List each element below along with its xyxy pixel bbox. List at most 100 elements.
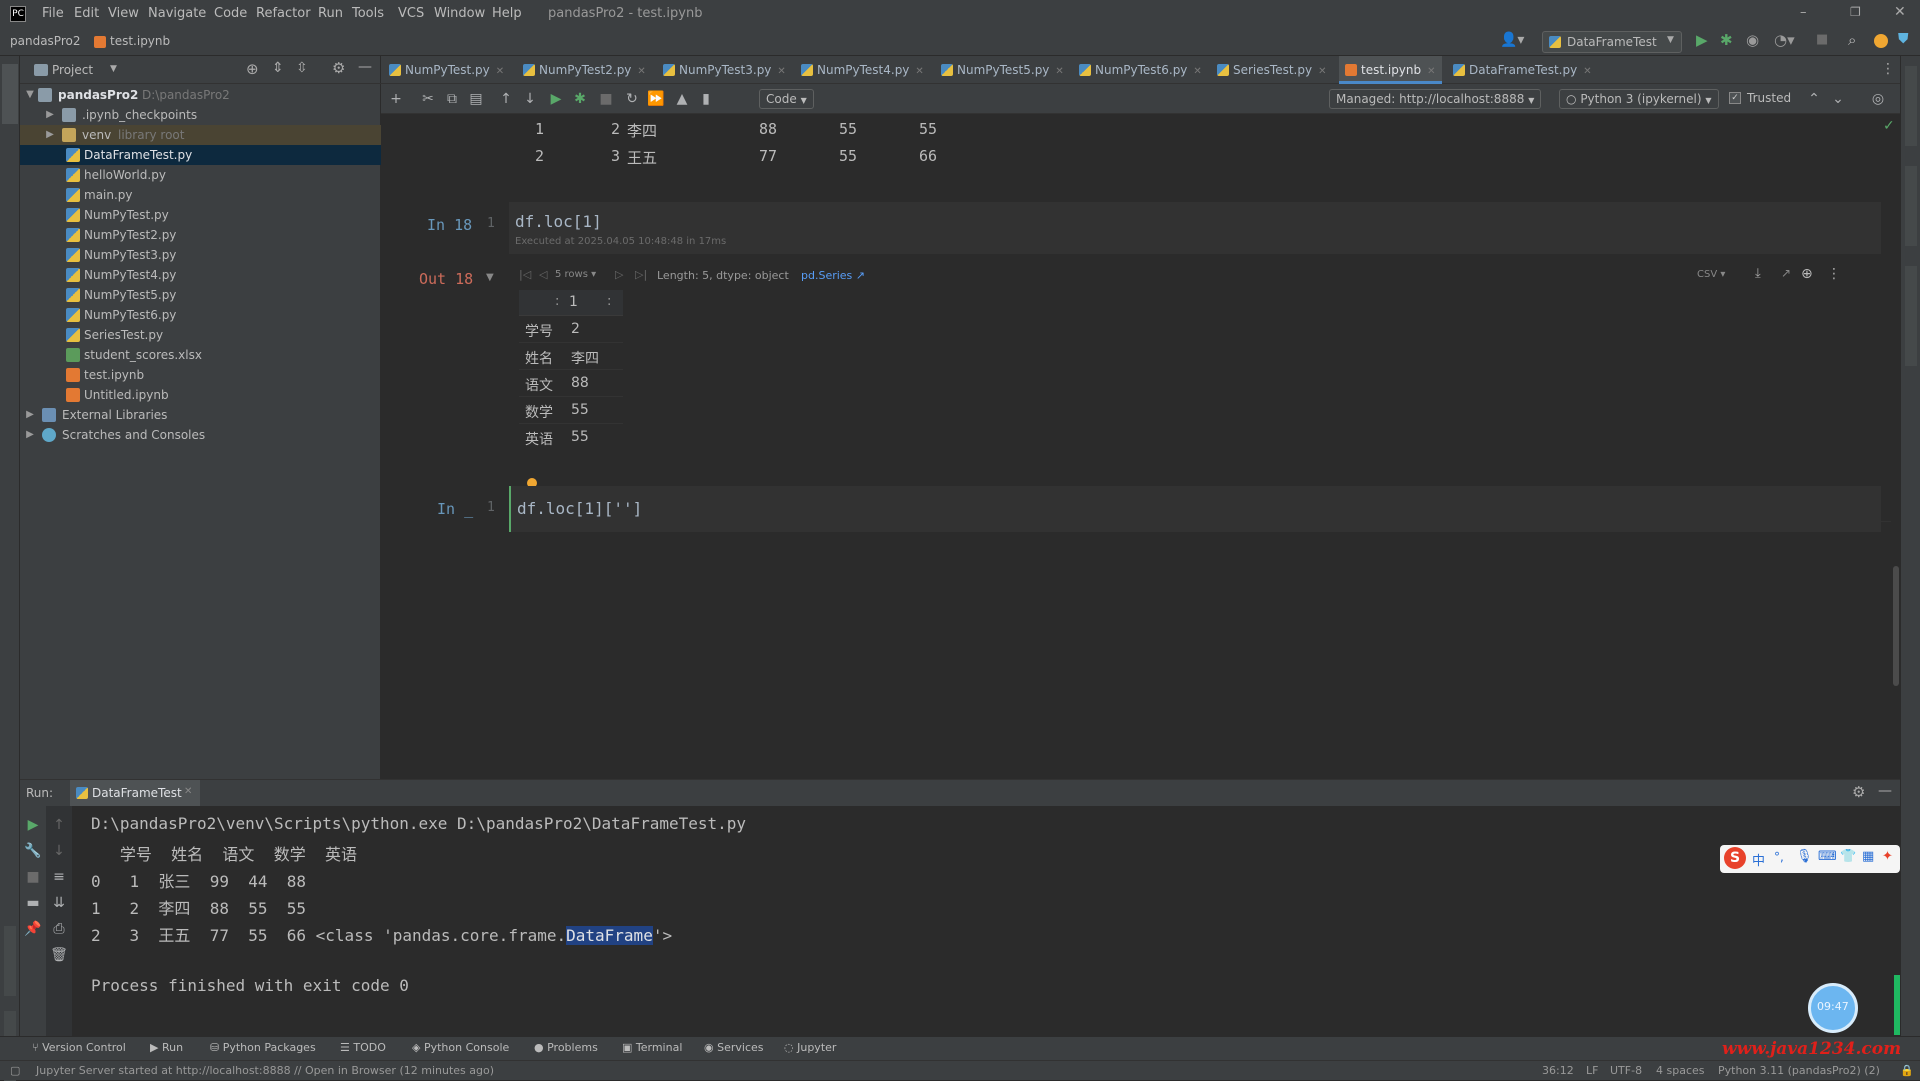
run-config-dropdown[interactable]: DataFrameTest ▼ <box>1542 31 1682 53</box>
menu-edit[interactable]: Edit <box>74 6 99 21</box>
up-icon[interactable]: ↑ <box>48 814 70 836</box>
hide-panel-icon[interactable]: — <box>1878 783 1892 799</box>
tree-item[interactable]: test.ipynb <box>20 365 381 385</box>
tab-problems[interactable]: ● Problems <box>534 1041 598 1054</box>
search-icon[interactable]: ⌕ <box>1848 31 1856 49</box>
keyboard-icon[interactable]: ⌨ <box>1818 849 1837 864</box>
tree-item-selected[interactable]: DataFrameTest.py <box>20 145 381 165</box>
tab-python-console[interactable]: ◈ Python Console <box>412 1041 509 1054</box>
debug-icon[interactable]: ✱ <box>1720 31 1733 49</box>
run-cell-icon[interactable]: ▶ <box>545 88 567 110</box>
gear-icon[interactable]: ⚙ <box>1852 783 1865 801</box>
tab-run[interactable]: ▶ Run <box>150 1041 183 1054</box>
tab-jupyter[interactable]: ◌ Jupyter <box>784 1041 836 1054</box>
gear-icon[interactable]: ⚙ <box>332 59 345 77</box>
menu-file[interactable]: File <box>42 6 64 21</box>
close-icon[interactable]: ✕ <box>1193 66 1201 77</box>
menu-vcs[interactable]: VCS <box>398 6 424 21</box>
run-all-icon[interactable]: ⏩ <box>645 88 667 110</box>
first-page-icon[interactable]: |◁ <box>519 268 531 281</box>
globe-icon[interactable]: ◎ <box>1867 88 1889 110</box>
menu-window[interactable]: Window <box>434 6 485 21</box>
tree-item[interactable]: student_scores.xlsx <box>20 345 381 365</box>
profile-icon[interactable]: ◔▾ <box>1774 31 1795 49</box>
menu-help[interactable]: Help <box>492 6 522 21</box>
tab-numpytest4[interactable]: NumPyTest4.py ✕ <box>801 56 924 84</box>
tree-item[interactable]: ▶ .ipynb_checkpoints <box>20 105 381 125</box>
next-page-icon[interactable]: ▷ <box>615 268 623 281</box>
down-icon[interactable]: ↓ <box>48 840 70 862</box>
close-icon[interactable]: ✕ <box>1055 66 1063 77</box>
grid-icon[interactable]: ▦ <box>1862 849 1874 864</box>
close-icon[interactable]: ✕ <box>637 66 645 77</box>
bookmarks-tool-button[interactable] <box>4 926 16 996</box>
add-cell-icon[interactable]: + <box>385 88 407 110</box>
tab-numpytest5[interactable]: NumPyTest5.py ✕ <box>941 56 1064 84</box>
variables-icon[interactable]: ▲ <box>671 88 693 110</box>
status-message[interactable]: Jupyter Server started at http://localho… <box>36 1064 494 1077</box>
tab-terminal[interactable]: ▣ Terminal <box>622 1041 682 1054</box>
tree-item[interactable]: helloWorld.py <box>20 165 381 185</box>
tree-item[interactable]: NumPyTest2.py <box>20 225 381 245</box>
series-type-link[interactable]: pd.Series ↗ <box>801 269 865 282</box>
ime-more-icon[interactable]: ✦ <box>1882 849 1893 864</box>
close-icon[interactable]: ✕ <box>184 786 192 797</box>
chevron-up-icon[interactable]: ⌃ <box>1803 88 1825 110</box>
project-panel-title[interactable]: Project <box>52 63 93 77</box>
cut-icon[interactable]: ✂ <box>417 88 439 110</box>
run-icon[interactable]: ▶ <box>1696 31 1708 49</box>
close-icon[interactable]: ✕ <box>1583 66 1591 77</box>
layout-icon[interactable]: ▬ <box>22 892 44 914</box>
tab-dataframetest[interactable]: DataFrameTest.py ✕ <box>1453 56 1592 84</box>
tree-item[interactable]: main.py <box>20 185 381 205</box>
last-page-icon[interactable]: ▷| <box>635 268 647 281</box>
line-separator[interactable]: LF <box>1586 1064 1598 1077</box>
database-tool-button[interactable] <box>1905 266 1917 366</box>
prev-page-icon[interactable]: ◁ <box>539 268 547 281</box>
jupyter-server-dropdown[interactable]: Managed: http://localhost:8888 ▼ <box>1329 89 1542 109</box>
breadcrumb-file[interactable]: test.ipynb <box>110 34 170 48</box>
move-up-icon[interactable]: ↑ <box>495 88 517 110</box>
tree-item[interactable]: NumPyTest.py <box>20 205 381 225</box>
skin-icon[interactable]: 👕 <box>1840 849 1856 864</box>
scroll-indicator[interactable] <box>1894 975 1900 1035</box>
collapse-output-icon[interactable]: ▼ <box>486 272 494 283</box>
page-size-dropdown[interactable]: 5 rows ▾ <box>555 269 596 280</box>
tab-numpytest[interactable]: NumPyTest.py ✕ <box>389 56 504 84</box>
chevron-down-icon[interactable]: ▼ <box>110 64 117 74</box>
zoom-icon[interactable]: ⊕ <box>1801 266 1813 282</box>
ime-punct-icon[interactable]: °, <box>1774 850 1784 864</box>
tree-item[interactable]: NumPyTest5.py <box>20 285 381 305</box>
close-icon[interactable]: ✕ <box>1427 66 1435 77</box>
coverage-icon[interactable]: ◉ <box>1746 31 1759 49</box>
restart-kernel-icon[interactable]: ↻ <box>621 88 643 110</box>
tree-item[interactable]: NumPyTest6.py <box>20 305 381 325</box>
cell-code-input[interactable]: df.loc[1][''] <box>517 499 642 518</box>
jupyter-vars-tool-button[interactable] <box>1905 166 1917 246</box>
export-format-dropdown[interactable]: CSV ▾ <box>1697 269 1725 280</box>
tree-root[interactable]: ▼ pandasPro2 D:\pandasPro2 <box>20 85 381 105</box>
tab-python-packages[interactable]: ⛁ Python Packages <box>210 1041 316 1054</box>
kernel-dropdown[interactable]: ○ Python 3 (ipykernel) ▼ <box>1559 89 1719 109</box>
tab-services[interactable]: ◉ Services <box>704 1041 764 1054</box>
print-icon[interactable]: ⎙ <box>48 918 70 940</box>
close-icon[interactable]: ✕ <box>496 66 504 77</box>
ime-toolbar[interactable]: S 中 °, 🎙 ⌨ 👕 ▦ ✦ <box>1720 845 1900 873</box>
tree-item[interactable]: SeriesTest.py <box>20 325 381 345</box>
cell-type-dropdown[interactable]: Code ▼ <box>759 89 814 109</box>
debug-cell-icon[interactable]: ✱ <box>569 88 591 110</box>
download-icon[interactable]: ⤓ <box>1755 266 1761 281</box>
user-icon[interactable]: 👤▾ <box>1500 32 1524 48</box>
paste-icon[interactable]: ▤ <box>465 88 487 110</box>
run-tab[interactable]: DataFrameTest ✕ <box>70 780 200 806</box>
tab-todo[interactable]: ☰ TODO <box>340 1041 386 1054</box>
expand-all-icon[interactable]: ⇳ <box>296 60 308 76</box>
tree-item[interactable]: ▶ venv library root <box>20 125 381 145</box>
soft-wrap-icon[interactable]: ≡ <box>48 866 70 888</box>
scroll-end-icon[interactable]: ⇊ <box>48 892 70 914</box>
floating-clock[interactable]: 09:47 <box>1808 983 1858 1033</box>
locate-icon[interactable]: ⊕ <box>246 60 259 78</box>
tab-seriestest[interactable]: SeriesTest.py ✕ <box>1217 56 1326 84</box>
menu-run[interactable]: Run <box>318 6 343 21</box>
updates-icon[interactable] <box>1874 34 1888 48</box>
